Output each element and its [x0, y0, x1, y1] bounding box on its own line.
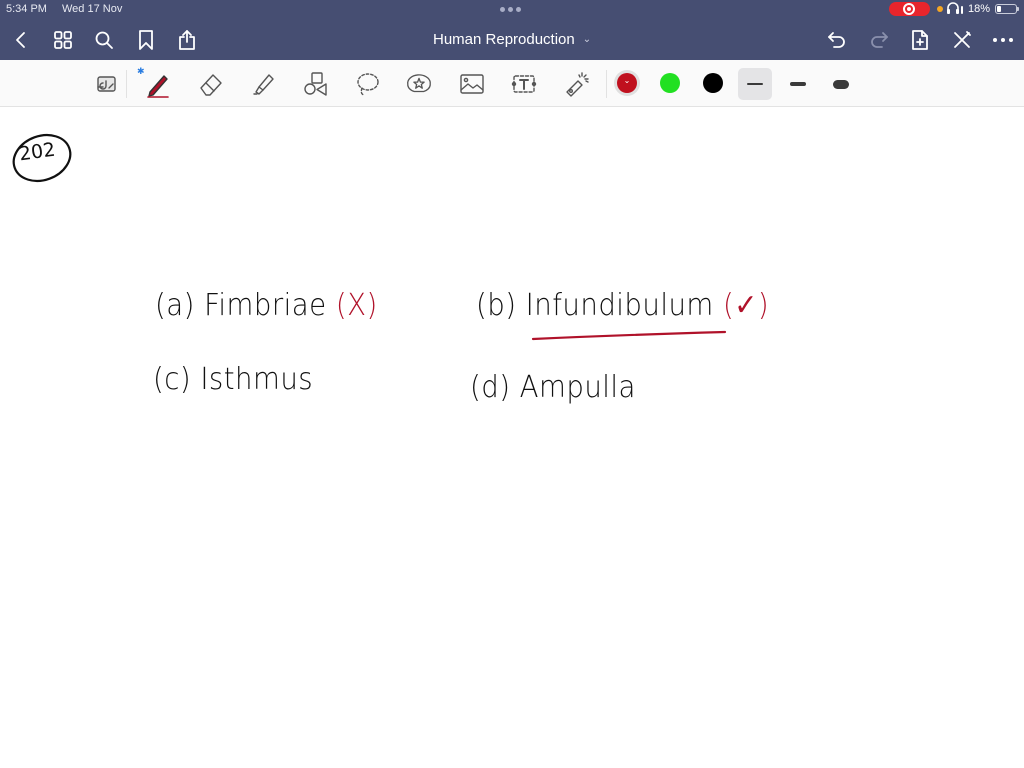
search-icon	[95, 31, 113, 49]
thickness-thin[interactable]	[738, 68, 772, 100]
lasso-icon	[357, 73, 379, 96]
top-bar: 5:34 PM Wed 17 Nov 18% Human Reproductio…	[0, 0, 1024, 60]
option-b-text: Infundibulum	[525, 288, 714, 323]
pen-tool[interactable]	[144, 70, 172, 98]
option-a-text: Fimbriae	[204, 288, 327, 323]
ink-layer	[12, 133, 727, 341]
option-c-text: Isthmus	[200, 362, 314, 397]
back-button[interactable]	[9, 28, 33, 52]
bookmark-button[interactable]	[134, 28, 158, 52]
elements-tool[interactable]	[405, 70, 433, 98]
read-only-mode-icon	[97, 76, 116, 92]
drawing-toolbar: ✱ ⌄	[0, 60, 1024, 107]
thickness-medium[interactable]	[781, 68, 815, 100]
highlighter-tool[interactable]	[249, 70, 277, 98]
bookmark-icon	[139, 30, 153, 50]
note-canvas[interactable]: 202 (a) Fimbriae (X) (b) Infundibulum (✓…	[0, 108, 1024, 768]
thumbnails-button[interactable]	[51, 28, 75, 52]
option-c: (c) Isthmus	[153, 362, 313, 397]
option-a: (a) Fimbriae (X)	[155, 288, 378, 323]
add-page-icon	[912, 30, 928, 50]
add-page-button[interactable]	[908, 28, 932, 52]
eraser-tool[interactable]	[197, 70, 225, 98]
toolbar-divider	[126, 70, 127, 98]
image-tool[interactable]	[458, 70, 486, 98]
grid-icon	[54, 31, 72, 49]
pen-icon	[147, 75, 169, 98]
microphone-indicator-dot	[937, 6, 943, 12]
color-swatch-black[interactable]	[703, 73, 723, 93]
lasso-tool[interactable]	[354, 70, 382, 98]
option-d: (d) Ampulla	[470, 370, 636, 405]
wrong-mark: (X)	[335, 288, 378, 323]
sticker-star-icon	[407, 74, 431, 93]
correct-mark: (✓)	[723, 288, 770, 323]
highlighter-icon	[253, 74, 274, 95]
record-icon	[903, 3, 915, 15]
multitasking-handle[interactable]	[500, 7, 521, 12]
battery-icon	[995, 4, 1019, 14]
eraser-icon	[200, 74, 222, 96]
headphones-icon	[946, 1, 964, 18]
option-b: (b) Infundibulum (✓)	[476, 288, 769, 323]
share-icon	[179, 30, 195, 50]
search-button[interactable]	[92, 28, 116, 52]
status-time: 5:34 PM	[6, 3, 47, 15]
color-swatch-green[interactable]	[660, 73, 680, 93]
screen-recording-indicator[interactable]	[889, 2, 930, 16]
read-only-toggle[interactable]	[92, 70, 120, 98]
close-editing-button[interactable]	[950, 28, 974, 52]
text-tool[interactable]	[510, 70, 538, 98]
undo-button[interactable]	[825, 28, 849, 52]
chevron-down-icon: ⌄	[582, 34, 592, 45]
option-c-label: (c)	[153, 362, 192, 397]
image-icon	[460, 74, 484, 94]
answer-underline	[531, 330, 727, 341]
status-date: Wed 17 Nov	[62, 3, 123, 15]
share-button[interactable]	[175, 28, 199, 52]
redo-button[interactable]	[867, 28, 891, 52]
back-icon	[16, 32, 25, 48]
option-b-label: (b)	[476, 288, 517, 323]
color-swatch-red[interactable]: ⌄	[617, 73, 637, 93]
toolbar-divider	[606, 70, 607, 98]
document-title-menu[interactable]: Human Reproduction ⌄	[433, 31, 591, 48]
text-box-icon	[511, 75, 537, 93]
pen-off-icon	[954, 31, 971, 48]
undo-icon	[828, 32, 845, 48]
option-d-label: (d)	[470, 370, 511, 405]
more-icon	[993, 38, 1013, 42]
option-a-label: (a)	[155, 288, 195, 323]
chevron-down-icon: ⌄	[623, 76, 631, 85]
document-title: Human Reproduction	[433, 31, 575, 48]
battery-percentage: 18%	[968, 3, 991, 15]
shapes-tool[interactable]	[301, 70, 329, 98]
option-d-text: Ampulla	[519, 370, 636, 405]
laser-pointer-icon	[566, 72, 589, 97]
laser-pointer-tool[interactable]	[562, 70, 590, 98]
thickness-thick[interactable]	[824, 68, 858, 100]
more-button[interactable]	[991, 28, 1015, 52]
redo-icon	[871, 32, 888, 48]
shapes-icon	[304, 72, 327, 96]
